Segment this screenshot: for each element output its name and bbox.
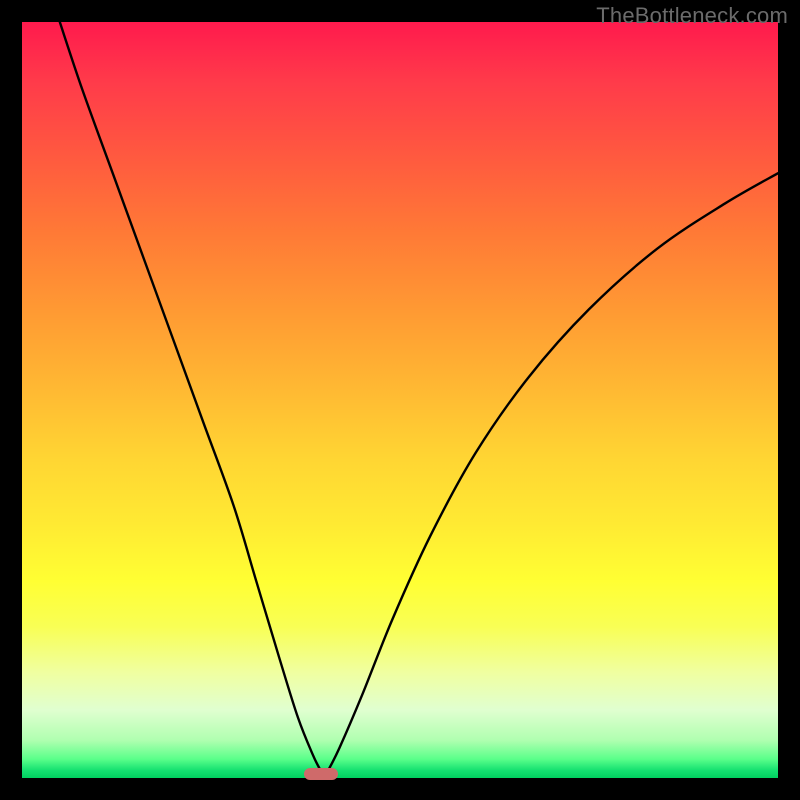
plot-area bbox=[22, 22, 778, 778]
curve-left-branch bbox=[60, 22, 321, 770]
curve-right-branch bbox=[328, 173, 778, 770]
bottleneck-curve bbox=[22, 22, 778, 778]
watermark-text: TheBottleneck.com bbox=[596, 3, 788, 29]
target-marker bbox=[304, 768, 338, 780]
